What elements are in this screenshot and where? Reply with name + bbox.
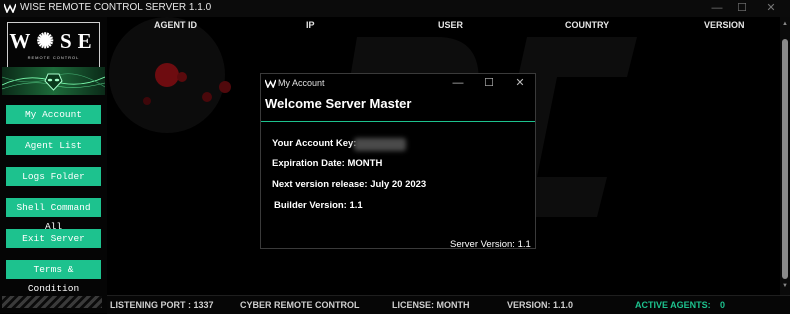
next-version-release: Next version release: July 20 2023 (272, 179, 427, 190)
minimize-icon[interactable]: — (449, 75, 467, 91)
column-agent-id[interactable]: AGENT ID (154, 20, 197, 30)
close-icon[interactable]: ✕ (511, 75, 529, 91)
maximize-icon[interactable]: ☐ (480, 75, 498, 91)
account-key-label: Your Account Key: (272, 138, 357, 149)
column-user[interactable]: USER (438, 20, 463, 30)
minimize-icon[interactable]: — (705, 1, 729, 16)
wise-logo-icon (265, 79, 276, 88)
window-title: WISE REMOTE CONTROL SERVER 1.1.0 (20, 2, 212, 13)
active-agents-count: 0 (720, 300, 726, 310)
expiration-date: Expiration Date: MONTH (272, 158, 383, 169)
license-status: LICENSE: MONTH (392, 300, 470, 310)
logo-text: W✺SE (9, 29, 98, 53)
logo-subtitle: REMOTE CONTROL (27, 55, 80, 60)
listening-port: LISTENING PORT : 1337 (110, 300, 214, 310)
scroll-thumb[interactable] (782, 39, 788, 279)
vertical-scrollbar[interactable]: ▲ ▼ (780, 17, 790, 295)
terms-condition-button[interactable]: Terms & Condition (6, 260, 101, 294)
column-country[interactable]: COUNTRY (565, 20, 609, 30)
welcome-heading: Welcome Server Master (265, 96, 412, 111)
status-bar: LISTENING PORT : 1337 CYBER REMOTE CONTR… (107, 295, 790, 314)
server-version: Server Version: 1.1 (450, 239, 531, 250)
app-logo: W✺SE REMOTE CONTROL (7, 22, 100, 68)
logs-folder-button[interactable]: Logs Folder (6, 167, 101, 186)
scroll-down-icon[interactable]: ▼ (781, 283, 789, 289)
wise-logo-icon (4, 3, 16, 13)
agent-list-button[interactable]: Agent List (6, 136, 101, 155)
exit-server-button[interactable]: Exit Server (6, 229, 101, 248)
scroll-up-icon[interactable]: ▲ (781, 21, 789, 27)
dialog-title: My Account (278, 78, 325, 88)
active-agents-label: ACTIVE AGENTS: (635, 300, 711, 310)
table-header: AGENT ID IP USER COUNTRY VERSION (107, 17, 780, 33)
shell-command-all-button[interactable]: Shell Command All (6, 198, 101, 232)
my-account-dialog: My Account — ☐ ✕ Welcome Server Master Y… (260, 73, 536, 250)
builder-version: Builder Version: 1.1 (274, 200, 363, 211)
column-ip[interactable]: IP (306, 20, 315, 30)
maximize-icon[interactable]: ☐ (730, 1, 754, 16)
decorative-stripes (2, 296, 102, 308)
my-account-button[interactable]: My Account (6, 105, 101, 124)
divider (261, 121, 535, 122)
alien-banner-icon (2, 67, 105, 95)
sidebar: W✺SE REMOTE CONTROL My Account Agent Lis… (0, 17, 107, 313)
close-icon[interactable]: ✕ (759, 1, 783, 16)
title-bar: WISE REMOTE CONTROL SERVER 1.1.0 — ☐ ✕ (0, 0, 790, 17)
version-status: VERSION: 1.1.0 (507, 300, 574, 310)
account-key-value-redacted (354, 138, 406, 151)
cyber-remote-control-label: CYBER REMOTE CONTROL (240, 300, 360, 310)
column-version[interactable]: VERSION (704, 20, 745, 30)
